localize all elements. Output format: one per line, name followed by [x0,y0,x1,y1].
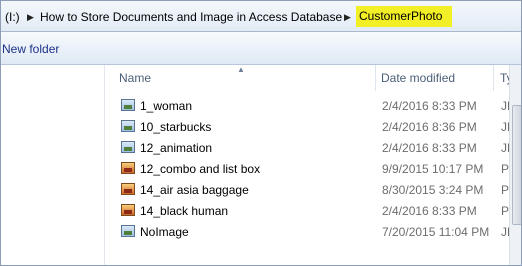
file-row[interactable]: 12_animation 2/4/2016 8:33 PM JPEG [115,138,521,159]
navigation-pane[interactable] [1,65,105,265]
jpeg-image-icon [121,120,135,132]
file-date: 2/4/2016 8:33 PM [382,141,477,155]
png-image-icon [121,162,135,174]
file-date: 2/4/2016 8:33 PM [382,99,477,113]
explorer-window: (I:) ▶ How to Store Documents and Image … [0,0,522,266]
file-list: Name ▲ Date modified Typ 1_woman 2/4/201… [105,65,521,265]
breadcrumb-current-folder[interactable]: CustomerPhoto [356,6,453,27]
file-row[interactable]: 14_air asia baggage 8/30/2015 3:24 PM PN… [115,180,521,201]
breadcrumb-folder[interactable]: How to Store Documents and Image in Acce… [40,8,342,26]
scrollbar-thumb[interactable] [512,105,521,225]
file-date: 9/9/2015 10:17 PM [382,162,484,176]
vertical-scrollbar[interactable] [509,65,521,265]
file-name: 12_animation [140,141,213,155]
file-row[interactable]: 10_starbucks 2/4/2016 8:36 PM JPEG [115,117,521,138]
jpeg-image-icon [121,141,135,153]
file-name: 12_combo and list box [140,162,261,176]
file-date: 7/20/2015 11:04 PM [382,225,490,239]
file-name: 14_air asia baggage [140,183,249,197]
file-name: 14_black human [140,204,229,218]
png-image-icon [121,183,135,195]
file-name: NoImage [140,225,189,239]
file-row[interactable]: 14_black human 2/4/2016 8:33 PM PNG [115,201,521,222]
column-divider[interactable] [493,65,494,91]
command-toolbar: New folder [1,32,521,65]
file-name: 10_starbucks [140,120,212,134]
jpeg-image-icon [121,225,135,237]
breadcrumb-separator-icon[interactable]: ▶ [27,8,34,26]
png-image-icon [121,204,135,216]
column-header-date-modified[interactable]: Date modified [381,65,491,91]
new-folder-button[interactable]: New folder [2,40,59,58]
column-divider[interactable] [375,65,376,91]
breadcrumb-drive[interactable]: (I:) [5,8,20,26]
file-date: 8/30/2015 3:24 PM [382,183,484,197]
file-row[interactable]: 1_woman 2/4/2016 8:33 PM JPEG [115,96,521,117]
jpeg-image-icon [121,99,135,111]
file-row[interactable]: NoImage 7/20/2015 11:04 PM JPEG [115,222,521,243]
file-date: 2/4/2016 8:33 PM [382,204,477,218]
address-bar[interactable]: (I:) ▶ How to Store Documents and Image … [1,1,521,32]
file-date: 2/4/2016 8:36 PM [382,120,477,134]
sort-ascending-icon: ▲ [237,65,245,74]
file-name: 1_woman [140,99,193,113]
breadcrumb-separator-icon[interactable]: ▶ [344,8,351,26]
file-row[interactable]: 12_combo and list box 9/9/2015 10:17 PM … [115,159,521,180]
